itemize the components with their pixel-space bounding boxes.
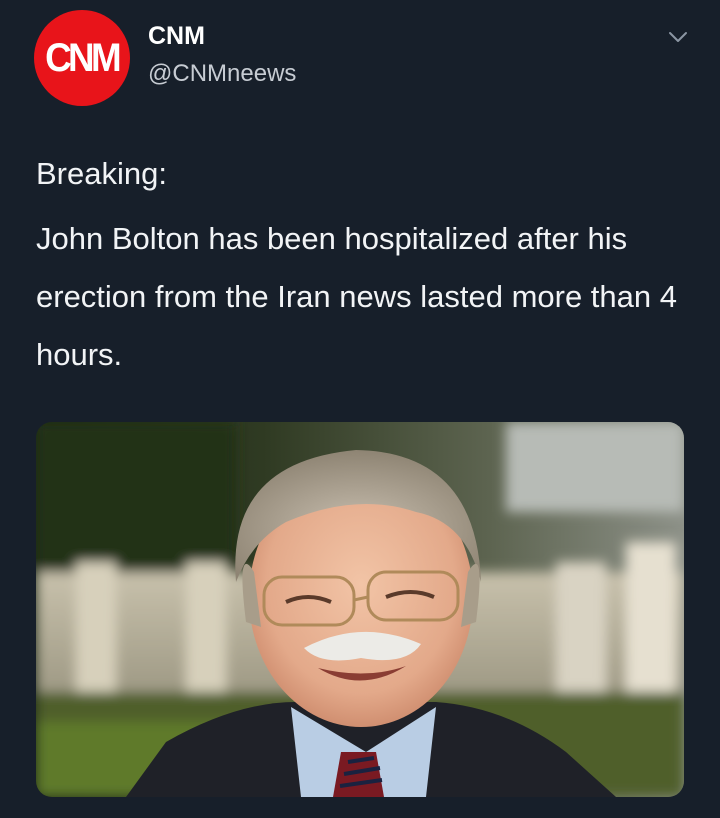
cnm-logo: CNM [45, 35, 122, 80]
user-handle[interactable]: @CNMneews [148, 60, 296, 88]
avatar[interactable]: CNM [34, 10, 130, 106]
tweet-card: CNM CNM @CNMneews Breaking: John Bolton … [0, 0, 720, 818]
chevron-down-icon[interactable] [668, 30, 688, 44]
tweet-photo[interactable] [36, 422, 684, 797]
tweet-text-heading: Breaking: [36, 156, 167, 191]
tweet-text-body: John Bolton has been hospitalized after … [36, 221, 677, 372]
tweet-text: Breaking: John Bolton has been hospitali… [36, 144, 696, 384]
display-name[interactable]: CNM [148, 22, 205, 51]
